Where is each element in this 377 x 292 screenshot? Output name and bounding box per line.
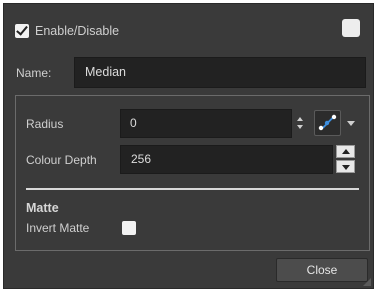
enable-checkbox[interactable]: [15, 24, 29, 38]
name-label: Name:: [16, 66, 52, 80]
colour-depth-increment-button[interactable]: [336, 145, 355, 158]
colour-depth-label: Colour Depth: [26, 153, 97, 167]
invert-matte-checkbox[interactable]: [122, 221, 136, 235]
function-dropdown-chevron-down-icon[interactable]: [347, 121, 355, 126]
radius-label: Radius: [26, 117, 64, 131]
section-divider: [26, 188, 359, 190]
name-field[interactable]: Median: [74, 57, 366, 88]
matte-heading: Matte: [26, 201, 59, 215]
function-curve-button[interactable]: [314, 110, 341, 136]
arrow-down-icon: [342, 165, 350, 170]
colour-depth-input[interactable]: 256: [120, 145, 333, 174]
radius-stepper-icon[interactable]: [297, 117, 304, 129]
resize-grip-icon[interactable]: [363, 278, 371, 286]
close-button[interactable]: Close: [276, 258, 368, 282]
function-curve-icon: [318, 114, 337, 131]
enable-label: Enable/Disable: [35, 24, 120, 38]
colour-depth-decrement-button[interactable]: [336, 160, 355, 173]
enable-row[interactable]: Enable/Disable: [15, 22, 119, 40]
invert-matte-label: Invert Matte: [26, 221, 90, 235]
color-swatch-button[interactable]: [342, 19, 360, 37]
radius-input[interactable]: 0: [120, 109, 292, 138]
arrow-up-icon: [342, 149, 350, 154]
